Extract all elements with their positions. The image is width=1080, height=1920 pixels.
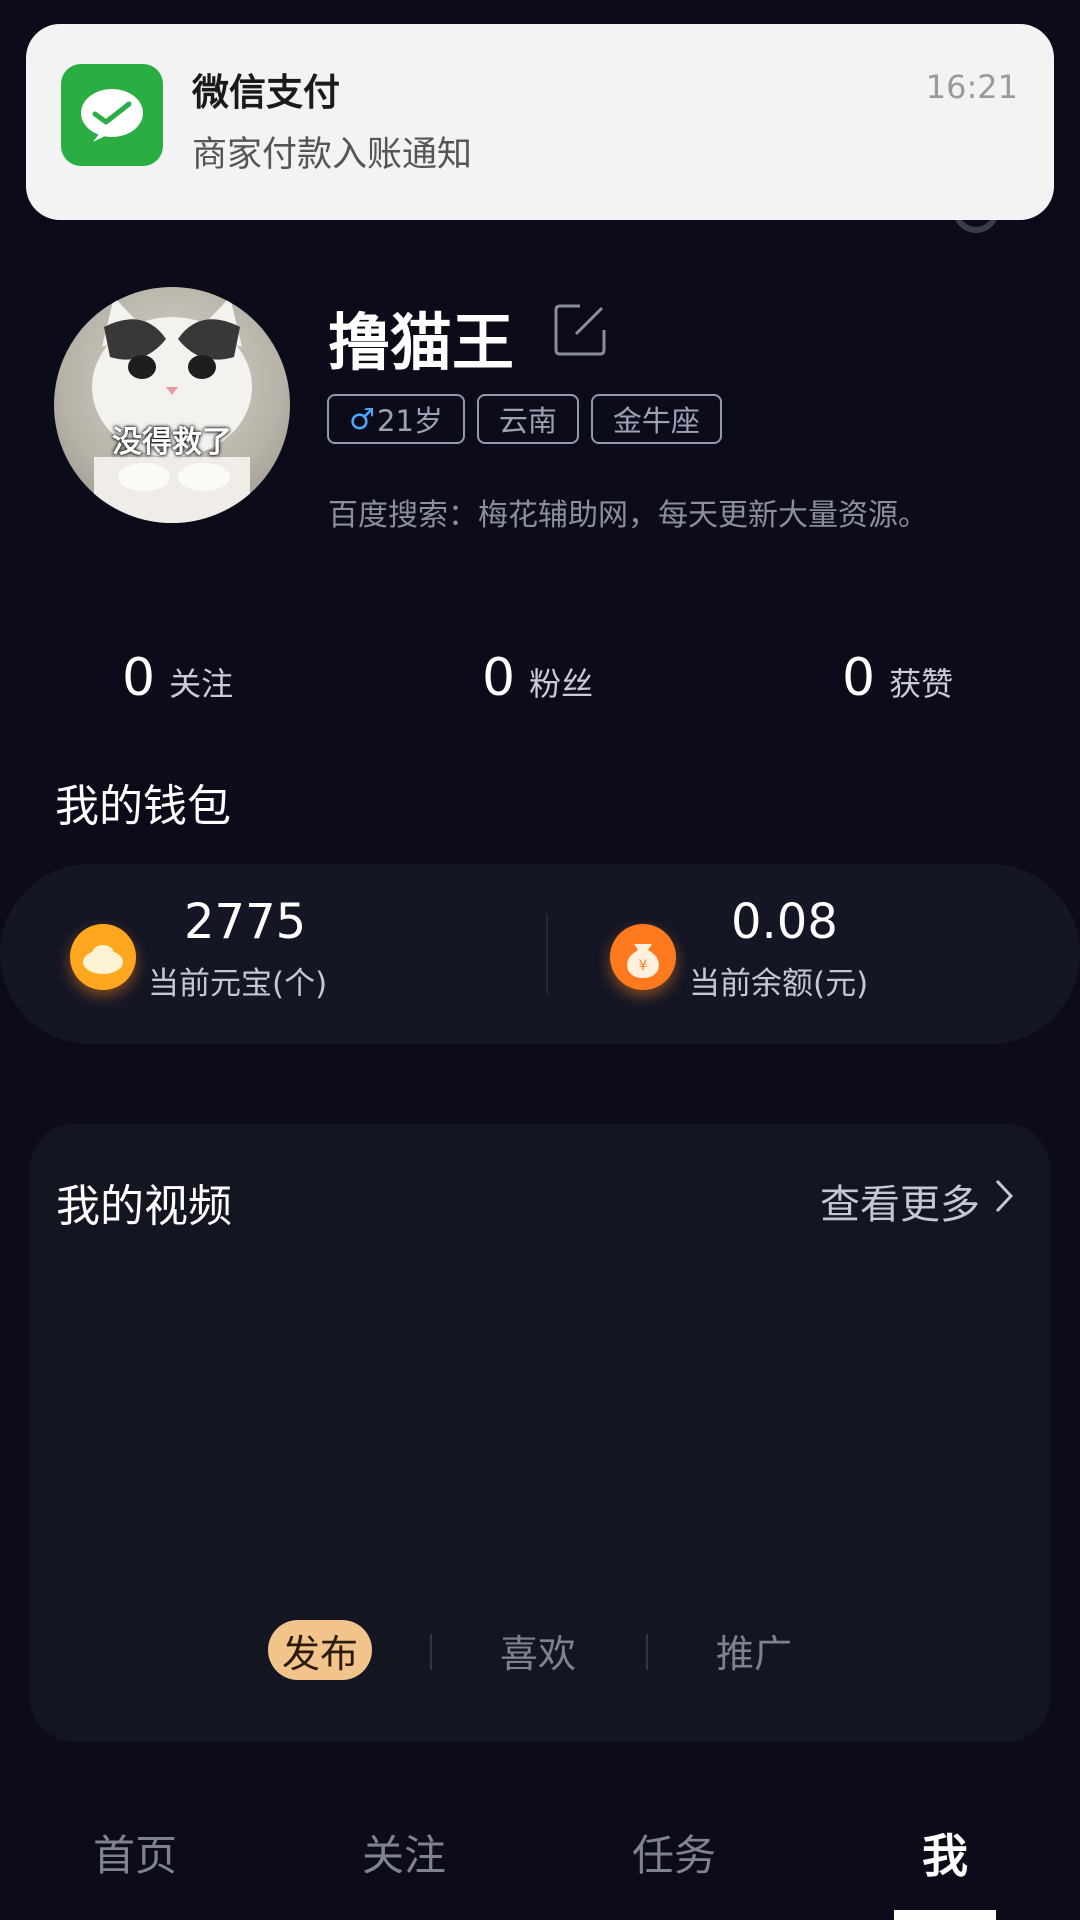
svg-text:¥: ¥ xyxy=(639,958,648,974)
balance-label: 当前余额(元) xyxy=(689,966,869,1002)
avatar-caption: 没得救了 xyxy=(112,425,232,460)
balance-value: 0.08 xyxy=(731,894,838,950)
following-label: 关注 xyxy=(169,665,234,703)
tag-region: 云南 xyxy=(476,394,579,444)
wallet-card: 2775 当前元宝(个) ¥ 0.08 当前余额(元) xyxy=(0,864,1080,1044)
cat-avatar-image xyxy=(92,297,252,523)
nav-me[interactable]: 我 xyxy=(922,1820,968,1886)
fans-label: 粉丝 xyxy=(529,665,594,703)
nav-active-indicator xyxy=(894,1910,996,1920)
stat-following[interactable]: 0 关注 xyxy=(122,648,233,708)
fans-count: 0 xyxy=(482,648,516,708)
video-tabs: 发布 喜欢 推广 xyxy=(30,1620,1050,1680)
nav-follow[interactable]: 关注 xyxy=(362,1822,446,1883)
tab-separator xyxy=(646,1634,648,1670)
wallet-divider xyxy=(546,914,548,994)
tab-promote[interactable]: 推广 xyxy=(716,1620,792,1680)
tab-publish[interactable]: 发布 xyxy=(268,1620,373,1680)
tab-likes[interactable]: 喜欢 xyxy=(500,1620,576,1680)
likes-count: 0 xyxy=(842,648,876,708)
view-more-link[interactable]: 查看更多 xyxy=(820,1172,980,1230)
profile-tags: ♂ 21岁 云南 金牛座 xyxy=(327,394,722,444)
notification-time: 16:21 xyxy=(925,68,1018,106)
profile-signature: 百度搜索：梅花辅助网，每天更新大量资源。 xyxy=(328,498,928,533)
wechat-pay-icon xyxy=(61,64,163,166)
yuanbao-value: 2775 xyxy=(184,894,307,950)
stat-likes[interactable]: 0 获赞 xyxy=(842,648,953,708)
yuanbao-icon xyxy=(70,924,136,990)
profile-screen: 微信支付 商家付款入账通知 16:21 没得救了 撸猫王 ♂ 21岁 云南 金牛… xyxy=(0,0,1080,1920)
notification-message: 商家付款入账通知 xyxy=(192,135,473,175)
notification-banner[interactable]: 微信支付 商家付款入账通知 16:21 xyxy=(26,24,1054,220)
username: 撸猫王 xyxy=(328,306,515,379)
tag-age: 21岁 xyxy=(377,404,443,438)
tab-separator xyxy=(430,1634,432,1670)
chevron-right-icon[interactable] xyxy=(994,1178,1014,1214)
yuanbao-label: 当前元宝(个) xyxy=(148,966,328,1002)
wallet-title: 我的钱包 xyxy=(55,781,231,832)
tag-gender-age: ♂ 21岁 xyxy=(327,394,465,444)
avatar[interactable]: 没得救了 xyxy=(54,287,290,523)
my-videos-card: 我的视频 查看更多 发布 喜欢 推广 xyxy=(30,1124,1050,1742)
nav-home[interactable]: 首页 xyxy=(93,1822,177,1883)
notification-app-name: 微信支付 xyxy=(192,71,340,114)
nav-tasks[interactable]: 任务 xyxy=(632,1822,716,1883)
likes-label: 获赞 xyxy=(889,665,954,703)
videos-title: 我的视频 xyxy=(56,1181,232,1232)
tag-zodiac: 金牛座 xyxy=(590,394,722,444)
stat-fans[interactable]: 0 粉丝 xyxy=(482,648,593,708)
following-count: 0 xyxy=(122,648,156,708)
male-icon: ♂ xyxy=(349,402,375,436)
edit-profile-icon[interactable] xyxy=(552,302,608,358)
money-bag-icon: ¥ xyxy=(610,924,676,990)
